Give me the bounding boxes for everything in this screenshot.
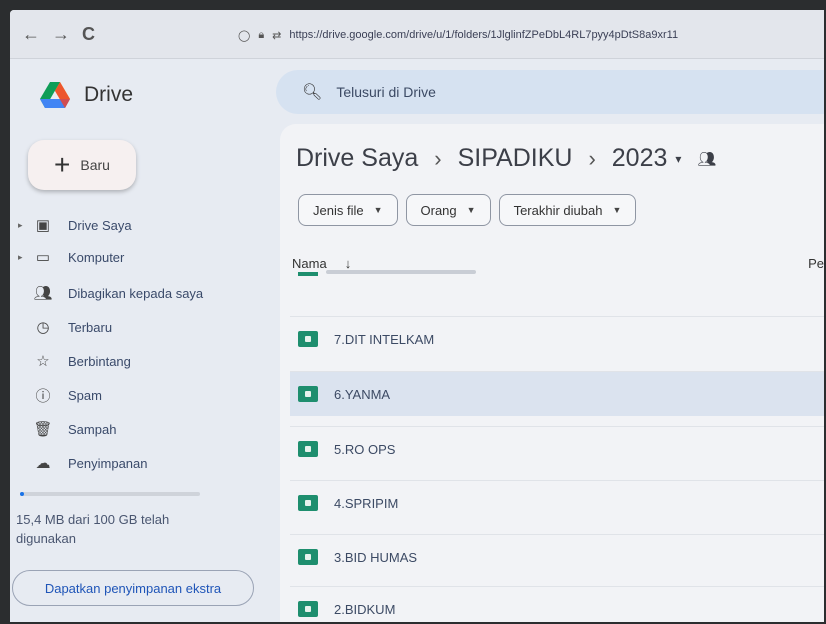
folder-row-selected[interactable]: 6.YANMA — [290, 371, 824, 416]
sidebar-item-dibagikan[interactable]: 👥︎ Dibagikan kepada saya — [18, 280, 203, 306]
search-input[interactable]: Telusuri di Drive — [336, 84, 436, 100]
sidebar-item-berbintang[interactable]: ☆ Berbintang — [18, 348, 131, 374]
forward-button[interactable]: → — [52, 24, 70, 45]
folder-name: 4.SPRIPIM — [334, 495, 399, 511]
breadcrumb: Drive Saya › SIPADIKU › 2023 ▾ 👥︎ — [296, 144, 716, 173]
sidebar-item-sampah[interactable]: 🗑︎ Sampah — [18, 416, 116, 442]
folder-name: 7.DIT INTELKAM — [334, 331, 435, 347]
caret-down-icon: ▼ — [373, 205, 383, 215]
partial-row-text — [326, 270, 476, 274]
app-name: Drive — [84, 83, 134, 106]
storage-usage-text: 15,4 MB dari 100 GB telah digunakan — [16, 512, 170, 546]
cloud-icon: ☁ — [35, 455, 51, 472]
new-button[interactable]: + Baru — [28, 140, 136, 190]
expand-arrow-icon[interactable]: ▸ — [18, 252, 28, 263]
sidebar: Drive + Baru ▸ ▣ Drive Saya ▸ ▭ Komputer… — [10, 58, 280, 622]
clock-icon: ◷ — [36, 319, 50, 336]
shared-folder-icon — [298, 495, 318, 511]
permissions-icon: ⇄ — [272, 29, 282, 42]
sidebar-item-komputer[interactable]: ▸ ▭ Komputer — [18, 244, 124, 270]
get-extra-storage-button[interactable]: Dapatkan penyimpanan ekstra — [12, 570, 254, 606]
url-text: https://drive.google.com/drive/u/1/folde… — [289, 29, 679, 41]
filter-people[interactable]: Orang ▼ — [405, 194, 491, 226]
sidebar-item-label: Drive Saya — [68, 217, 132, 233]
folder-name: 2.BIDKUM — [334, 601, 396, 617]
folder-name: 5.RO OPS — [334, 441, 396, 457]
caret-down-icon: ▼ — [466, 205, 476, 215]
shield-icon: ◯ — [238, 29, 251, 42]
screen: ← → C ◯ 🔒︎ ⇄ https://drive.google.com/dr… — [10, 10, 824, 622]
filter-label: Jenis file — [313, 202, 364, 218]
breadcrumb-separator: › — [434, 145, 442, 171]
shared-icon: 👥︎ — [33, 285, 53, 302]
file-list-panel: Drive Saya › SIPADIKU › 2023 ▾ 👥︎ Jenis … — [280, 124, 824, 622]
folder-row[interactable]: 2.BIDKUM — [290, 586, 824, 622]
new-button-label: Baru — [80, 157, 110, 173]
sidebar-item-label: Dibagikan kepada saya — [68, 285, 204, 301]
breadcrumb-root[interactable]: Drive Saya — [296, 144, 418, 173]
folder-row[interactable]: 5.RO OPS — [290, 426, 824, 471]
sort-arrow-icon[interactable]: ↓ — [345, 256, 352, 271]
reload-button[interactable]: C — [82, 24, 95, 45]
sidebar-item-terbaru[interactable]: ◷ Terbaru — [18, 314, 112, 340]
lock-icon: 🔒︎ — [258, 28, 265, 41]
address-bar[interactable]: ◯ 🔒︎ ⇄ https://drive.google.com/drive/u/… — [238, 24, 824, 46]
shared-folder-icon — [298, 441, 318, 457]
sidebar-item-drive-saya[interactable]: ▸ ▣ Drive Saya — [18, 212, 132, 238]
sidebar-item-label: Berbintang — [68, 353, 131, 369]
breadcrumb-separator: › — [588, 145, 596, 171]
filter-label: Terakhir diubah — [513, 202, 603, 218]
caret-down-icon: ▼ — [612, 205, 622, 215]
column-header-name[interactable]: Nama ↓ — [292, 256, 351, 271]
sidebar-item-penyimpanan[interactable]: ☁ Penyimpanan — [18, 450, 148, 476]
filter-label: Orang — [420, 202, 457, 218]
trash-icon: 🗑︎ — [33, 421, 53, 438]
shared-folder-icon — [298, 386, 318, 402]
computer-icon: ▭ — [35, 249, 51, 266]
storage-progress-fill — [20, 492, 24, 496]
sidebar-item-label: Sampah — [68, 421, 117, 437]
browser-toolbar: ← → C ◯ 🔒︎ ⇄ https://drive.google.com/dr… — [10, 10, 824, 59]
drive-logo[interactable]: Drive — [40, 82, 133, 108]
partial-folder-icon — [298, 272, 318, 276]
plus-icon: + — [54, 149, 71, 180]
sidebar-item-label: Spam — [68, 387, 102, 403]
search-bar[interactable]: 🔍︎ Telusuri di Drive — [276, 70, 824, 114]
column-name-label: Nama — [292, 256, 327, 271]
search-icon: 🔍︎ — [302, 84, 323, 101]
sidebar-item-label: Terbaru — [68, 319, 113, 335]
spam-icon: ⓘ — [35, 387, 51, 405]
drive-logo-icon — [40, 82, 70, 108]
sidebar-item-label: Penyimpanan — [68, 455, 148, 471]
sidebar-item-spam[interactable]: ⓘ Spam — [18, 382, 102, 408]
sidebar-item-label: Komputer — [68, 249, 125, 265]
breadcrumb-current[interactable]: 2023 — [612, 144, 668, 173]
storage-progress-bar — [20, 492, 200, 496]
filter-last-modified[interactable]: Terakhir diubah ▼ — [498, 194, 637, 226]
shared-folder-icon — [298, 331, 318, 347]
expand-arrow-icon[interactable]: ▸ — [18, 220, 28, 231]
shared-folder-icon: 👥︎ — [697, 150, 717, 168]
filter-file-type[interactable]: Jenis file ▼ — [298, 194, 398, 226]
folder-row[interactable]: 4.SPRIPIM — [290, 480, 824, 525]
filter-chips: Jenis file ▼ Orang ▼ Terakhir diubah ▼ — [298, 194, 637, 226]
column-header-owner[interactable]: Pe — [808, 256, 824, 271]
shared-folder-icon — [298, 549, 318, 565]
star-icon: ☆ — [36, 353, 50, 370]
back-button[interactable]: ← — [22, 24, 40, 45]
drive-icon: ▣ — [35, 217, 51, 234]
folder-menu-caret-icon[interactable]: ▾ — [675, 152, 681, 166]
folder-row[interactable]: 3.BID HUMAS — [290, 534, 824, 579]
shared-folder-icon — [298, 601, 318, 617]
breadcrumb-parent[interactable]: SIPADIKU — [458, 144, 573, 173]
folder-name: 3.BID HUMAS — [334, 549, 418, 565]
folder-name: 6.YANMA — [334, 386, 391, 402]
folder-row[interactable]: 7.DIT INTELKAM — [290, 316, 824, 361]
